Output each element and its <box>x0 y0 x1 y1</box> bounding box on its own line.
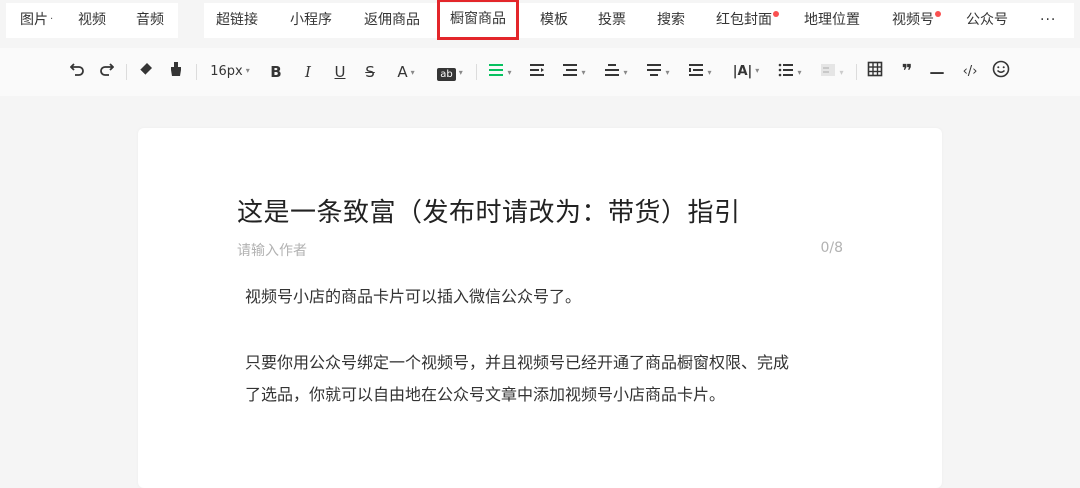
emoji-icon[interactable] <box>990 60 1012 84</box>
tab-channels-label: 视频号 <box>892 12 934 28</box>
tab-hyperlink[interactable]: 超链接 <box>216 3 258 38</box>
list-dropdown[interactable]: ▾ <box>774 60 806 84</box>
toolbar-separator <box>856 64 857 80</box>
tab-template[interactable]: 模板 <box>540 3 568 38</box>
tab-red-packet-cover[interactable]: 红包封面 <box>716 3 779 38</box>
tab-showcase-product[interactable]: 橱窗商品 <box>437 0 519 40</box>
format-toolbar: 16px ▾ B I U S A ▾ ab ▾ ▾ ▾ ▾ ▾ ▾ |A| ▾ ▾ ▾ … <box>0 48 1080 96</box>
chevron-down-icon: ▾ <box>245 66 250 75</box>
font-color-dropdown[interactable]: A ▾ <box>390 60 422 84</box>
letter-spacing-icon: |A| <box>732 64 753 79</box>
table-icon[interactable] <box>864 60 886 84</box>
tab-vote[interactable]: 投票 <box>598 3 626 38</box>
chevron-down-icon: ▾ <box>581 68 586 77</box>
block-style-dropdown[interactable]: ▾ <box>816 60 848 84</box>
insert-menu-bar: 图片 · 视频 音频 超链接 小程序 返佣商品 橱窗商品 模板 投票 搜索 红包封… <box>0 0 1080 44</box>
chevron-down-icon: ▾ <box>839 68 844 77</box>
body-paragraph[interactable]: 只要你用公众号绑定一个视频号，并且视频号已经开通了商品橱窗权限、完成 <box>245 347 845 378</box>
body-paragraph[interactable]: 了选品，你就可以自由地在公众号文章中添加视频号小店商品卡片。 <box>245 379 845 410</box>
editor-canvas[interactable]: 这是一条致富（发布时请改为：带货）指引 请输入作者 0/8 视频号小店的商品卡片… <box>138 128 942 488</box>
chevron-down-icon: ▾ <box>755 66 760 75</box>
article-title[interactable]: 这是一条致富（发布时请改为：带货）指引 <box>237 192 741 229</box>
line-spacing-dropdown[interactable]: ▾ <box>642 60 674 84</box>
tab-location[interactable]: 地理位置 <box>804 3 860 38</box>
vertical-align-dropdown[interactable]: ▾ <box>600 60 632 84</box>
more-tabs-button[interactable]: ··· <box>1040 3 1056 38</box>
background-color-label: ab <box>437 68 456 81</box>
brush-icon[interactable] <box>166 60 186 84</box>
tab-video[interactable]: 视频 <box>78 3 106 38</box>
outdent-dropdown[interactable]: ▾ <box>558 60 590 84</box>
font-size-value: 16px <box>210 64 243 79</box>
code-icon[interactable]: ‹/› <box>958 60 982 84</box>
channels-badge-dot <box>935 11 941 17</box>
tab-image-label: 图片 <box>20 12 48 28</box>
chevron-down-icon: ▾ <box>707 68 712 77</box>
paragraph-spacing-dropdown[interactable]: ▾ <box>684 60 716 84</box>
tab-search[interactable]: 搜索 <box>657 3 685 38</box>
tab-official-account[interactable]: 公众号 <box>966 3 1008 38</box>
align-dropdown[interactable]: ▾ <box>484 60 516 84</box>
bold-button[interactable]: B <box>266 60 286 84</box>
list-icon <box>779 63 794 77</box>
author-char-counter: 0/8 <box>820 240 843 256</box>
italic-button[interactable]: I <box>298 60 318 84</box>
tab-channels[interactable]: 视频号 <box>892 3 941 38</box>
chevron-down-icon: ▾ <box>665 68 670 77</box>
tab-commission-product[interactable]: 返佣商品 <box>364 3 420 38</box>
chevron-down-icon: ▾ <box>797 68 802 77</box>
font-color-label: A <box>397 63 408 81</box>
align-left-icon <box>489 64 504 76</box>
red-packet-badge-dot <box>773 11 779 17</box>
quote-icon[interactable]: ❞ <box>896 60 918 84</box>
toolbar-separator <box>476 64 477 80</box>
tab-mini-program[interactable]: 小程序 <box>290 3 332 38</box>
background-color-dropdown[interactable]: ab ▾ <box>432 60 468 84</box>
insert-tab-group: 超链接 小程序 返佣商品 橱窗商品 模板 投票 搜索 红包封面 地理位置 视频号… <box>204 0 1074 40</box>
media-tab-group: 图片 · 视频 音频 <box>6 3 178 38</box>
block-style-icon <box>821 64 836 76</box>
chevron-down-icon: ▾ <box>410 68 415 77</box>
undo-icon[interactable] <box>68 60 88 84</box>
font-size-dropdown[interactable]: 16px ▾ <box>204 60 256 84</box>
toolbar-separator <box>196 64 197 80</box>
eraser-icon[interactable] <box>136 60 156 84</box>
paragraph-spacing-icon <box>689 64 704 76</box>
vertical-align-icon <box>605 64 620 76</box>
tab-red-packet-cover-label: 红包封面 <box>716 12 772 28</box>
toolbar-separator <box>126 64 127 80</box>
letter-spacing-dropdown[interactable]: |A| ▾ <box>728 60 764 84</box>
line-spacing-icon <box>647 64 662 76</box>
chevron-down-icon: ▾ <box>507 68 512 77</box>
tab-audio[interactable]: 音频 <box>136 3 164 38</box>
indent-icon[interactable] <box>526 60 548 84</box>
redo-icon[interactable] <box>96 60 116 84</box>
divider-icon[interactable]: — <box>926 60 948 84</box>
strikethrough-button[interactable]: S <box>360 60 380 84</box>
body-paragraph[interactable]: 视频号小店的商品卡片可以插入微信公众号了。 <box>245 281 845 312</box>
chevron-down-icon: ▾ <box>458 68 463 77</box>
underline-button[interactable]: U <box>330 60 350 84</box>
tab-image[interactable]: 图片 · <box>20 3 53 38</box>
author-input[interactable]: 请输入作者 <box>237 240 307 260</box>
outdent-icon <box>563 64 578 76</box>
tab-image-caret: · <box>50 14 54 25</box>
chevron-down-icon: ▾ <box>623 68 628 77</box>
